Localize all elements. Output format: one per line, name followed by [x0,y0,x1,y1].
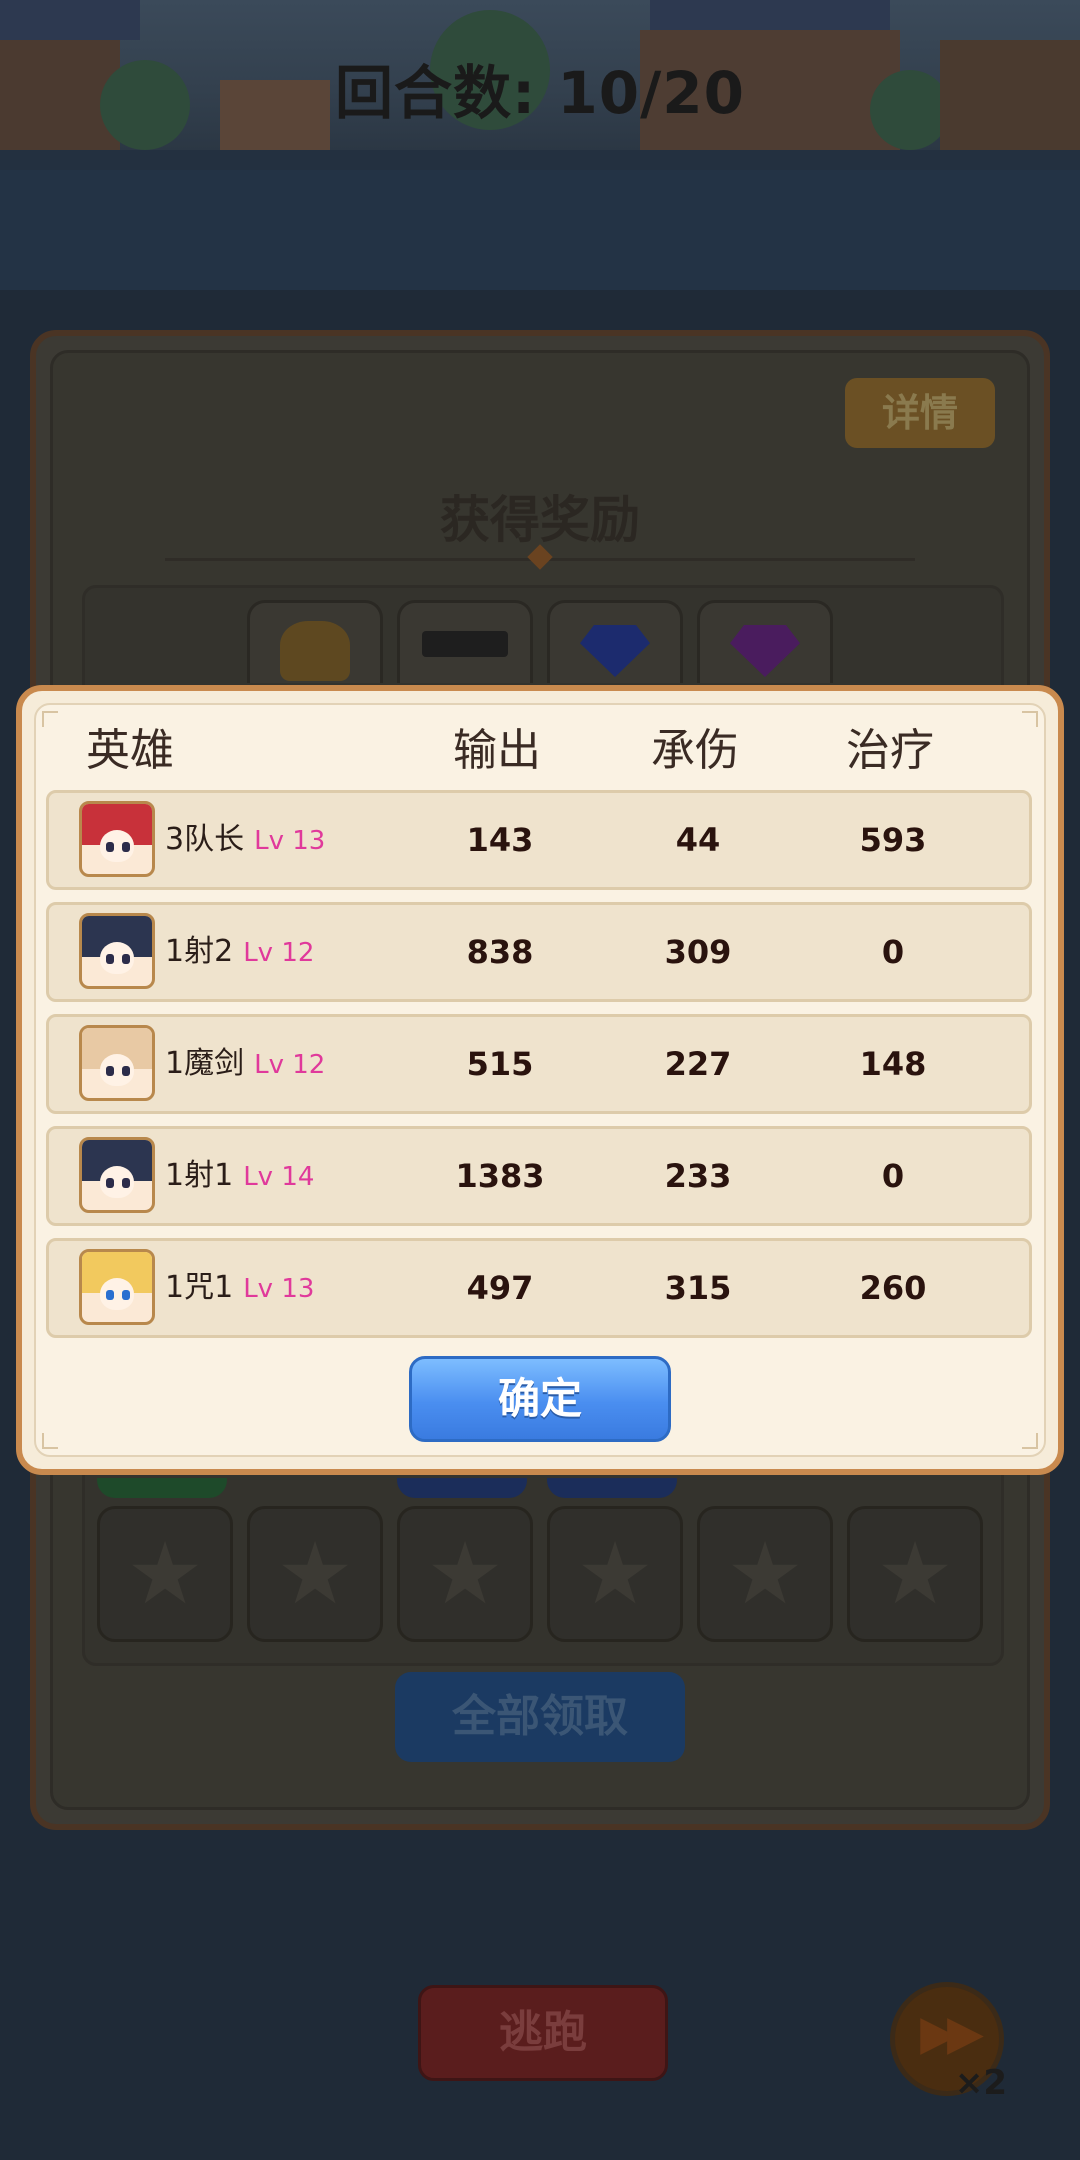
hero-damage: 515 [466,1045,534,1083]
hero-avatar-eye [122,954,130,964]
hero-avatar-eye [122,842,130,852]
hero-damage-taken: 309 [664,933,732,971]
empty-reward-slot: ★ [547,1506,683,1642]
battle-scene-background: 回合数: 10/20 [0,0,1080,150]
hero-name-cell: 1咒1 Lv 13 [165,1241,314,1335]
hero-damage-taken: 315 [664,1269,732,1307]
corner-ornament [1022,1433,1038,1449]
hero-healing: 593 [859,821,927,859]
star-placeholder-icon: ★ [726,1524,804,1624]
purple-gem-icon [730,625,800,677]
speed-multiplier: ×2 [954,2063,1007,2103]
money-bag-icon [280,621,350,681]
hero-avatar [79,1249,155,1325]
column-header-damage: 输出 [453,725,541,776]
hero-name-cell: 3队长 Lv 13 [165,793,325,887]
hero-avatar-eye [106,1178,114,1188]
hero-avatar [79,1025,155,1101]
reward-slot-bottom [97,1478,227,1498]
iron-anvil-reward[interactable] [397,600,533,683]
hero-name-cell: 1射1 Lv 14 [165,1129,314,1223]
roof [0,0,140,40]
hero-healing: 0 [881,1157,905,1195]
hero-damage-taken: 227 [664,1045,732,1083]
hero-name-cell: 1魔剑 Lv 12 [165,1017,325,1111]
hero-damage: 1383 [455,1157,545,1195]
hero-damage-taken: 233 [664,1157,732,1195]
reward-slot-bottom [547,1478,677,1498]
hero-stats-row: 1咒1 Lv 13 497 315 260 [46,1238,1032,1338]
hero-damage: 497 [466,1269,534,1307]
hero-avatar-eye [122,1178,130,1188]
hero-name: 1射1 [165,1158,234,1193]
column-header-damage-taken: 承伤 [651,725,739,776]
star-placeholder-icon: ★ [876,1524,954,1624]
hero-avatar-eye [106,954,114,964]
star-placeholder-icon: ★ [426,1524,504,1624]
purple-gem-reward[interactable] [697,600,833,683]
hero-name: 1咒1 [165,1270,234,1305]
empty-reward-slot: ★ [847,1506,983,1642]
hero-level: Lv 13 [243,1274,315,1304]
empty-reward-slot: ★ [97,1506,233,1642]
hero-avatar-eye [106,842,114,852]
anvil-icon [422,631,508,657]
roof [650,0,890,30]
escape-button[interactable]: 逃跑 [418,1985,668,2081]
star-placeholder-icon: ★ [126,1524,204,1624]
hero-name: 1射2 [165,934,234,969]
hero-healing: 148 [859,1045,927,1083]
hero-level: Lv 12 [243,938,315,968]
hero-avatar-eye [122,1290,130,1300]
reward-title: 获得奖励 [440,491,640,549]
hero-avatar [79,913,155,989]
gold-bag-reward[interactable] [247,600,383,683]
hero-damage-taken: 44 [675,821,721,859]
star-placeholder-icon: ★ [276,1524,354,1624]
confirm-button[interactable]: 确定 [409,1356,671,1442]
hero-level: Lv 13 [254,826,326,856]
column-header-healing: 治疗 [846,725,934,776]
hero-stats-row: 1魔剑 Lv 12 515 227 148 [46,1014,1032,1114]
divider [0,150,1080,170]
reward-slot-bottom [397,1478,527,1498]
corner-ornament [1022,711,1038,727]
empty-reward-slot: ★ [247,1506,383,1642]
claim-all-button[interactable]: 全部领取 [395,1672,685,1762]
hero-avatar-eye [106,1290,114,1300]
empty-reward-slot: ★ [697,1506,833,1642]
details-button[interactable]: 详情 [845,378,995,448]
hero-avatar [79,801,155,877]
hero-stats-row: 1射2 Lv 12 838 309 0 [46,902,1032,1002]
hero-healing: 260 [859,1269,927,1307]
empty-reward-slot: ★ [397,1506,533,1642]
hero-name: 1魔剑 [165,1046,245,1081]
hero-level: Lv 14 [243,1162,315,1192]
hero-name-cell: 1射2 Lv 12 [165,905,314,999]
battlefield-band [0,170,1080,290]
blue-gem-icon [580,625,650,677]
fast-forward-icon: ▶▶ [920,2005,984,2061]
hero-name: 3队长 [165,822,245,857]
hero-healing: 0 [881,933,905,971]
corner-ornament [42,1433,58,1449]
column-header-hero: 英雄 [86,725,174,776]
hero-damage: 143 [466,821,534,859]
speed-toggle-button[interactable]: ▶▶ ×2 [890,1982,1007,2103]
round-counter: 回合数: 10/20 [335,59,745,127]
blue-gem-reward[interactable] [547,600,683,683]
star-placeholder-icon: ★ [576,1524,654,1624]
hero-avatar [79,1137,155,1213]
hero-level: Lv 12 [254,1050,326,1080]
hero-stats-row: 1射1 Lv 14 1383 233 0 [46,1126,1032,1226]
hero-stats-row: 3队长 Lv 13 143 44 593 [46,790,1032,890]
hero-damage: 838 [466,933,534,971]
hero-avatar-eye [106,1066,114,1076]
hero-avatar-eye [122,1066,130,1076]
